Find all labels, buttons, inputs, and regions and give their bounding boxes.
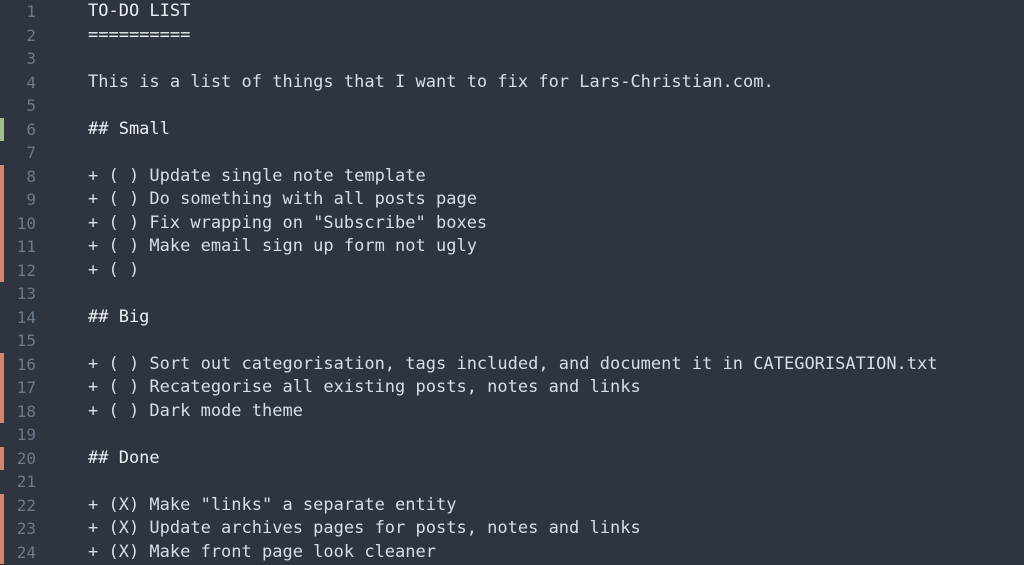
gutter-row: 5 [0, 94, 60, 118]
line-number: 21 [4, 470, 44, 494]
editor-line[interactable] [88, 94, 1024, 118]
editor-line[interactable]: + ( ) Make email sign up form not ugly [88, 235, 1024, 259]
gutter-row: 6 [0, 118, 60, 142]
editor-line[interactable]: + ( ) Dark mode theme [88, 400, 1024, 424]
gutter-row: 3 [0, 47, 60, 71]
line-number: 1 [4, 0, 44, 24]
editor-line[interactable]: ========== [88, 24, 1024, 48]
editor-line[interactable] [88, 423, 1024, 447]
gutter-row: 10 [0, 212, 60, 236]
line-number: 6 [4, 118, 44, 142]
line-number: 13 [4, 282, 44, 306]
line-number: 14 [4, 306, 44, 330]
gutter-row: 11 [0, 235, 60, 259]
editor-line[interactable]: ## Small [88, 118, 1024, 142]
line-number: 24 [4, 541, 44, 565]
editor-line[interactable] [88, 329, 1024, 353]
gutter-row: 17 [0, 376, 60, 400]
line-number: 16 [4, 353, 44, 377]
gutter-row: 4 [0, 71, 60, 95]
line-number: 19 [4, 423, 44, 447]
line-gutter: 123456789101112131415161718192021222324 [0, 0, 60, 565]
gutter-row: 2 [0, 24, 60, 48]
editor-line[interactable]: ## Big [88, 306, 1024, 330]
line-number: 12 [4, 259, 44, 283]
line-number: 23 [4, 517, 44, 541]
gutter-row: 16 [0, 353, 60, 377]
gutter-row: 24 [0, 541, 60, 565]
gutter-row: 15 [0, 329, 60, 353]
gutter-row: 19 [0, 423, 60, 447]
line-number: 2 [4, 24, 44, 48]
gutter-row: 7 [0, 141, 60, 165]
gutter-row: 22 [0, 494, 60, 518]
editor-line[interactable]: + ( ) Sort out categorisation, tags incl… [88, 353, 1024, 377]
gutter-row: 18 [0, 400, 60, 424]
line-number: 11 [4, 235, 44, 259]
editor-line[interactable] [88, 47, 1024, 71]
line-number: 17 [4, 376, 44, 400]
gutter-row: 9 [0, 188, 60, 212]
line-number: 20 [4, 447, 44, 471]
line-number: 9 [4, 188, 44, 212]
gutter-row: 13 [0, 282, 60, 306]
gutter-row: 21 [0, 470, 60, 494]
editor-line[interactable] [88, 282, 1024, 306]
line-number: 10 [4, 212, 44, 236]
editor-line[interactable]: + (X) Update archives pages for posts, n… [88, 517, 1024, 541]
gutter-row: 14 [0, 306, 60, 330]
editor-line[interactable]: TO-DO LIST [88, 0, 1024, 24]
line-number: 4 [4, 71, 44, 95]
line-number: 7 [4, 141, 44, 165]
editor-line[interactable] [88, 470, 1024, 494]
line-number: 22 [4, 494, 44, 518]
code-editor[interactable]: 123456789101112131415161718192021222324 … [0, 0, 1024, 565]
line-number: 5 [4, 94, 44, 118]
editor-line[interactable]: + (X) Make front page look cleaner [88, 541, 1024, 565]
editor-line[interactable]: + ( ) [88, 259, 1024, 283]
editor-line[interactable]: + (X) Make "links" a separate entity [88, 494, 1024, 518]
editor-line[interactable]: + ( ) Fix wrapping on "Subscribe" boxes [88, 212, 1024, 236]
editor-line[interactable]: + ( ) Do something with all posts page [88, 188, 1024, 212]
editor-line[interactable]: ## Done [88, 447, 1024, 471]
gutter-row: 20 [0, 447, 60, 471]
editor-line[interactable]: This is a list of things that I want to … [88, 71, 1024, 95]
gutter-row: 23 [0, 517, 60, 541]
gutter-row: 1 [0, 0, 60, 24]
gutter-row: 8 [0, 165, 60, 189]
line-number: 3 [4, 47, 44, 71]
line-number: 18 [4, 400, 44, 424]
editor-line[interactable]: + ( ) Update single note template [88, 165, 1024, 189]
line-number: 15 [4, 329, 44, 353]
editor-line[interactable] [88, 141, 1024, 165]
editor-content[interactable]: TO-DO LIST========== This is a list of th… [60, 0, 1024, 565]
line-number: 8 [4, 165, 44, 189]
editor-line[interactable]: + ( ) Recategorise all existing posts, n… [88, 376, 1024, 400]
gutter-row: 12 [0, 259, 60, 283]
